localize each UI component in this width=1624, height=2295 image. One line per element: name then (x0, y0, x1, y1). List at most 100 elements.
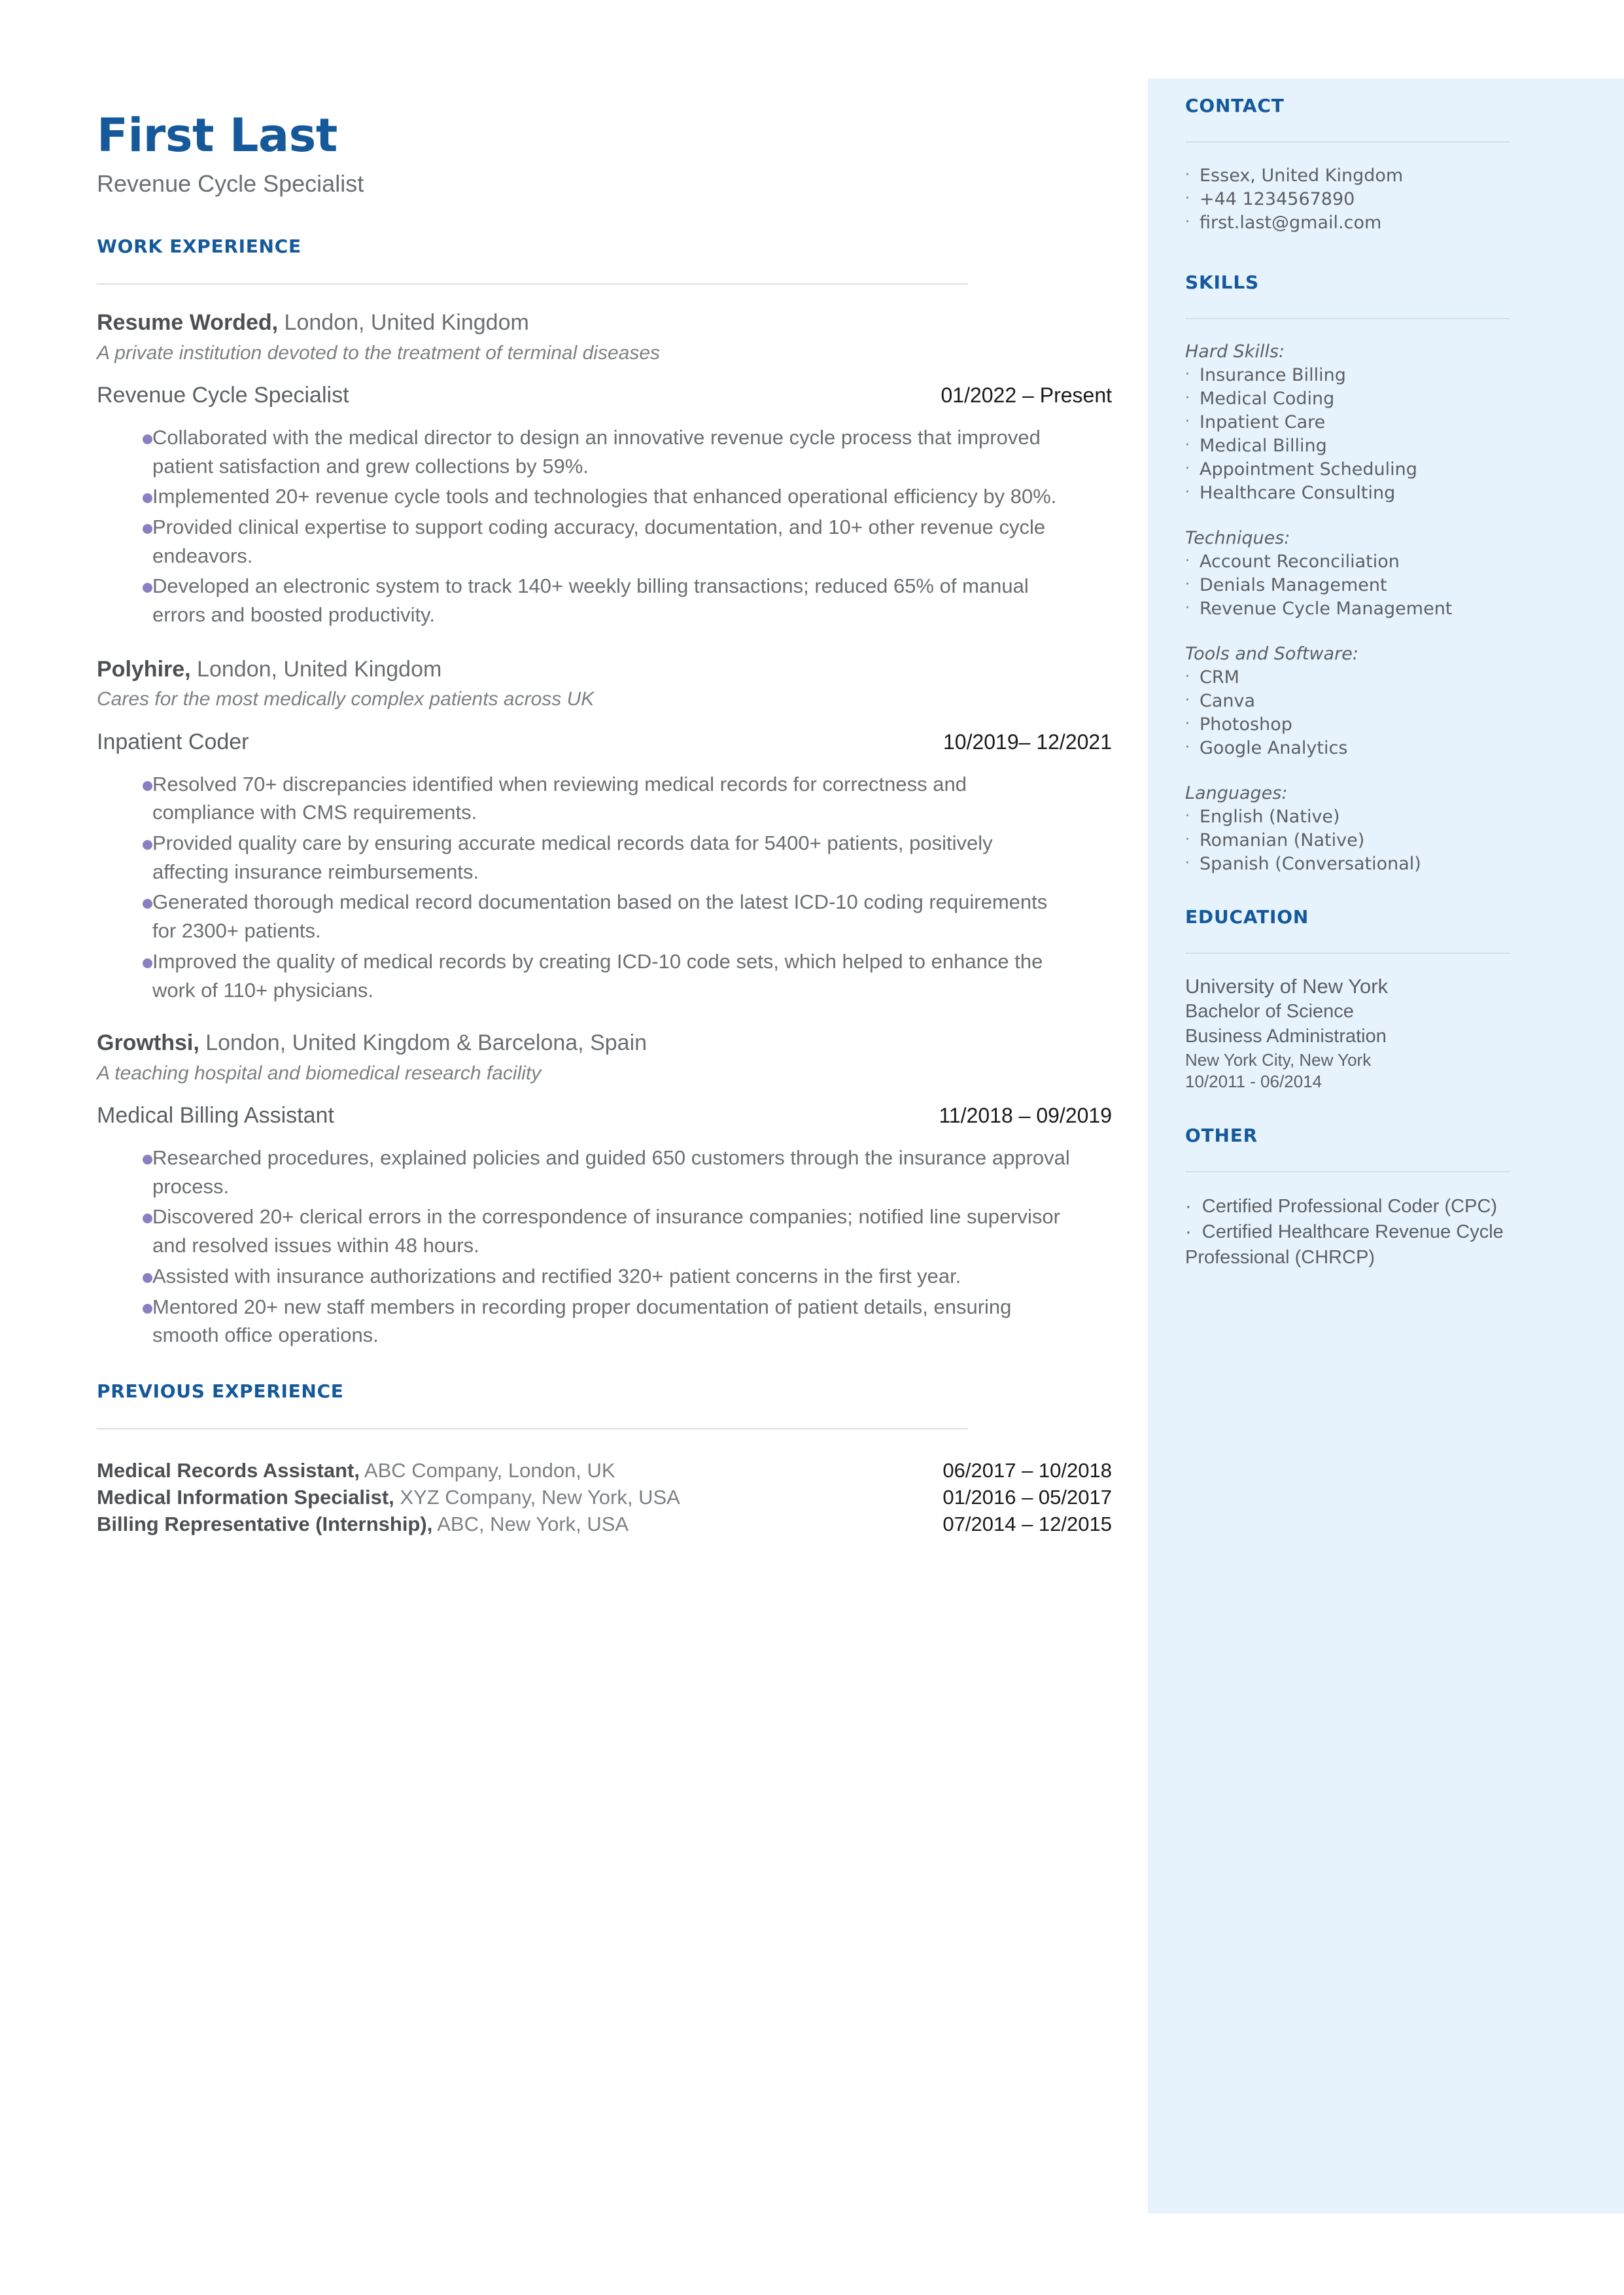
job-date: 10/2019– 12/2021 (942, 729, 1112, 754)
job-role-title: Revenue Cycle Specialist (97, 383, 349, 408)
job-bullet-list: Collaborated with the medical director t… (97, 423, 1112, 629)
list-item: · Healthcare Consulting (1185, 482, 1396, 503)
bullet-icon (97, 1144, 152, 1165)
bullet-icon (97, 947, 152, 968)
job-description: A teaching hospital and biomedical resea… (97, 1062, 542, 1084)
sidebar-section-other: OTHER · Certified Professional Coder (CP… (1185, 1125, 1547, 1270)
bullet-icon: · (1185, 692, 1190, 709)
table-row: Medical Information Specialist, XYZ Comp… (97, 1484, 1112, 1511)
list-item: Provided quality care by ensuring accura… (97, 829, 1112, 886)
bullet-icon: · (1185, 436, 1190, 453)
page-title: First Last (97, 109, 337, 162)
list-item: · English (Native) (1185, 807, 1340, 828)
page-subtitle: Revenue Cycle Specialist (97, 170, 364, 197)
prev-date: 01/2016 – 05/2017 (942, 1486, 1112, 1509)
prev-detail: XYZ Company, New York, USA (394, 1486, 680, 1509)
bullet-icon: · (1185, 190, 1190, 207)
list-item: · Spanish (Conversational) (1185, 854, 1421, 875)
job-location: London, United Kingdom & Barcelona, Spai… (199, 1030, 648, 1056)
list-item: · Canva (1185, 691, 1256, 712)
education-degree: Bachelor of Science (1185, 1001, 1354, 1023)
bullet-icon (97, 770, 152, 791)
bullet-icon (97, 1293, 152, 1314)
skills-group-label-languages: Languages: (1185, 782, 1288, 803)
other-heading: OTHER (1185, 1125, 1258, 1147)
list-item: · Romanian (Native) (1185, 830, 1365, 851)
job-entry: Growthsi, London, United Kingdom & Barce… (97, 1030, 1112, 1350)
skills-group-label-techniques: Techniques: (1185, 527, 1290, 548)
education-school: University of New York (1185, 974, 1389, 998)
bullet-icon: · (1185, 855, 1190, 872)
prev-title: Medical Information Specialist, (97, 1486, 394, 1509)
contact-list: · Essex, United Kingdom · +44 1234567890… (1185, 164, 1547, 235)
bullet-icon (97, 513, 152, 534)
job-bullet-list: Researched procedures, explained policie… (97, 1144, 1112, 1350)
contact-item-location: · Essex, United Kingdom (1185, 166, 1404, 186)
list-item: · Google Analytics (1185, 737, 1348, 758)
job-company: Growthsi, (97, 1030, 199, 1056)
bullet-icon: · (1185, 460, 1190, 477)
bullet-icon: · (1185, 739, 1190, 756)
bullet-icon: · (1185, 599, 1190, 616)
skills-group-techniques: · Account Reconciliation · Denials Managem… (1185, 550, 1547, 621)
bullet-icon: · (1185, 167, 1190, 183)
bullet-icon: · (1185, 213, 1190, 230)
prev-date: 07/2014 – 12/2015 (942, 1513, 1112, 1536)
bullet-icon: · (1185, 366, 1190, 383)
job-location: London, United Kingdom (278, 310, 529, 336)
prev-title: Billing Representative (Internship), (97, 1513, 433, 1536)
bullet-icon (97, 423, 152, 444)
job-bullet-list: Resolved 70+ discrepancies identified wh… (97, 770, 1112, 1005)
job-description: A private institution devoted to the tre… (97, 342, 661, 364)
bullet-icon: · (1185, 390, 1190, 407)
education-location: New York City, New York (1185, 1049, 1372, 1070)
list-item: Generated thorough medical record docume… (97, 888, 1112, 945)
skills-group-tools: · CRM · Canva · Photoshop · Google Analytics (1185, 666, 1547, 760)
work-experience-heading: WORK EXPERIENCE (97, 236, 302, 258)
list-item: Researched procedures, explained policie… (97, 1144, 1112, 1200)
bullet-icon: · (1185, 576, 1190, 593)
list-item: Collaborated with the medical director t… (97, 423, 1112, 480)
job-entry: Resume Worded, London, United Kingdom A … (97, 309, 1112, 629)
list-item: Developed an electronic system to track … (97, 572, 1112, 629)
skills-heading: SKILLS (1185, 271, 1259, 293)
job-company-line: Polyhire, London, United Kingdom (97, 656, 1112, 683)
job-role-title: Inpatient Coder (97, 729, 249, 754)
contact-item-phone[interactable]: · +44 1234567890 (1185, 188, 1547, 211)
bullet-icon: · (1185, 716, 1190, 732)
education-dates: 10/2011 - 06/2014 (1185, 1072, 1322, 1092)
job-company-line: Growthsi, London, United Kingdom & Barce… (97, 1030, 1112, 1057)
list-item: · Revenue Cycle Management (1185, 598, 1453, 619)
education-field: Business Administration (1185, 1025, 1387, 1047)
contact-item-email[interactable]: · first.last@gmail.com (1185, 211, 1547, 235)
job-role-row: Inpatient Coder 10/2019– 12/2021 (97, 729, 1112, 756)
previous-experience-section: PREVIOUS EXPERIENCE Medical Records Assi… (97, 1380, 1112, 1538)
prev-title: Medical Records Assistant, (97, 1458, 360, 1482)
bullet-icon (97, 572, 152, 593)
list-item: · Medical Coding (1185, 389, 1335, 410)
skills-group-label-hard: Hard Skills: (1185, 341, 1285, 362)
bullet-icon: · (1185, 483, 1190, 500)
job-role-title: Medical Billing Assistant (97, 1103, 334, 1129)
job-company: Resume Worded, (97, 310, 279, 336)
job-location: London, United Kingdom (190, 656, 442, 682)
list-item: · Photoshop (1185, 714, 1292, 735)
bullet-icon (97, 482, 152, 504)
job-company-line: Resume Worded, London, United Kingdom (97, 309, 1112, 336)
job-role-row: Revenue Cycle Specialist 01/2022 – Prese… (97, 382, 1112, 409)
bullet-icon (97, 1262, 152, 1283)
bullet-icon (97, 1202, 152, 1224)
list-item: Improved the quality of medical records … (97, 947, 1112, 1004)
list-item: · Medical Billing (1185, 435, 1327, 456)
table-row: Medical Records Assistant, ABC Company, … (97, 1457, 1112, 1484)
job-role-row: Medical Billing Assistant 11/2018 – 09/2… (97, 1102, 1112, 1129)
prev-detail: ABC Company, London, UK (360, 1458, 615, 1482)
list-item: · Denials Management (1185, 574, 1387, 595)
bullet-icon (97, 829, 152, 850)
job-entry: Polyhire, London, United Kingdom Cares f… (97, 656, 1112, 1004)
job-date: 01/2022 – Present (941, 383, 1112, 408)
sidebar-section-skills: SKILLS Hard Skills: · Insurance Billing ·… (1185, 272, 1547, 876)
bullet-icon (97, 888, 152, 909)
list-item: Implemented 20+ revenue cycle tools and … (97, 482, 1112, 511)
skills-group-languages: · English (Native) · Romanian (Native) · Sp… (1185, 805, 1547, 876)
